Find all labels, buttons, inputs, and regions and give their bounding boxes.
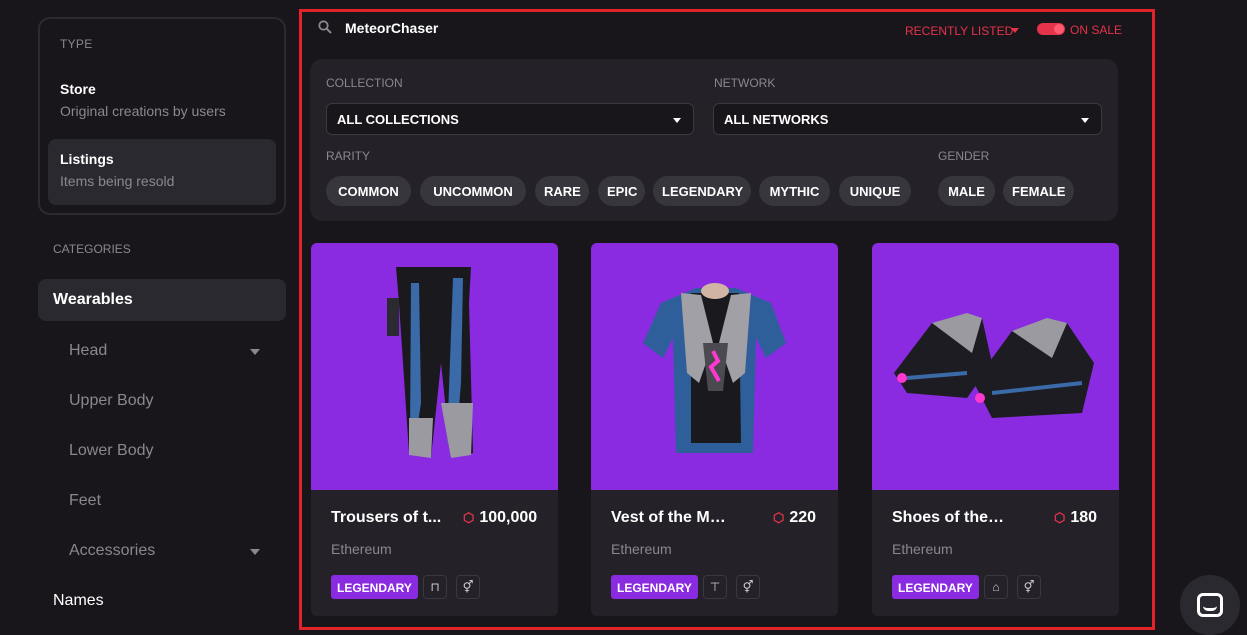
chevron-down-icon[interactable] — [1011, 28, 1019, 33]
type-item-title: Listings — [60, 151, 114, 167]
rarity-chip-uncommon[interactable]: UNCOMMON — [420, 176, 526, 206]
gender-label: GENDER — [938, 149, 990, 163]
category-feet[interactable]: Feet — [69, 492, 269, 510]
item-network: Ethereum — [331, 541, 392, 557]
rarity-chip-rare[interactable]: RARE — [535, 176, 589, 206]
polygon-icon: ⬡ — [773, 510, 785, 525]
on-sale-label: ON SALE — [1070, 23, 1123, 37]
item-card[interactable]: Shoes of the met... ⬡ 180 Ethereum LEGEND… — [872, 243, 1119, 616]
category-label: Upper Body — [69, 392, 154, 409]
rarity-chip-legendary[interactable]: LEGENDARY — [653, 176, 751, 206]
upper-body-icon: ⊤ — [703, 575, 727, 599]
category-label: Accessories — [69, 542, 156, 559]
chevron-down-icon — [1081, 118, 1089, 123]
item-price: ⬡ 100,000 — [463, 509, 537, 527]
type-item-desc: Items being resold — [60, 173, 175, 189]
item-name: Trousers of t... — [331, 509, 442, 526]
item-image[interactable] — [872, 243, 1119, 490]
rarity-chip-mythic[interactable]: MYTHIC — [759, 176, 830, 206]
category-label: Head — [69, 342, 108, 359]
gender-chip-male[interactable]: MALE — [938, 176, 995, 206]
category-accessories[interactable]: Accessories — [69, 542, 269, 560]
trousers-icon: ⊓ — [423, 575, 447, 599]
type-item-title: Store — [60, 81, 96, 97]
type-heading: TYPE — [60, 37, 93, 51]
item-card[interactable]: Vest of the Mete... ⬡ 220 Ethereum LEGEND… — [591, 243, 838, 616]
category-lower-body[interactable]: Lower Body — [69, 442, 269, 460]
type-filter-box: TYPE Store Original creations by users L… — [38, 17, 286, 215]
chevron-down-icon — [673, 118, 681, 123]
rarity-chip-common[interactable]: COMMON — [326, 176, 411, 206]
item-price: ⬡ 180 — [1054, 509, 1097, 527]
type-item-listings[interactable]: Listings Items being resold — [48, 139, 276, 205]
type-item-store[interactable]: Store Original creations by users — [48, 69, 276, 135]
item-network: Ethereum — [892, 541, 953, 557]
collection-value: ALL COLLECTIONS — [337, 112, 459, 127]
chat-icon — [1197, 593, 1223, 617]
item-price: ⬡ 220 — [773, 509, 816, 527]
item-price-value: 100,000 — [479, 509, 538, 526]
category-label: Feet — [69, 492, 102, 509]
category-names[interactable]: Names — [53, 592, 104, 610]
category-upper-body[interactable]: Upper Body — [69, 392, 269, 410]
rarity-label: RARITY — [326, 149, 371, 163]
chevron-down-icon[interactable] — [250, 549, 260, 555]
network-value: ALL NETWORKS — [724, 112, 829, 127]
search-input[interactable]: MeteorChaser — [345, 20, 438, 36]
categories-heading: CATEGORIES — [53, 242, 131, 256]
polygon-icon: ⬡ — [1054, 510, 1066, 525]
rarity-badge: LEGENDARY — [611, 575, 698, 599]
collection-label: COLLECTION — [326, 76, 403, 90]
rarity-badge: LEGENDARY — [331, 575, 418, 599]
category-head[interactable]: Head — [69, 342, 269, 360]
network-select[interactable]: ALL NETWORKS — [713, 103, 1102, 135]
category-label: Lower Body — [69, 442, 154, 459]
chat-button[interactable] — [1180, 575, 1240, 635]
item-network: Ethereum — [611, 541, 672, 557]
item-price-value: 220 — [789, 509, 817, 526]
sort-dropdown[interactable]: RECENTLY LISTED — [905, 24, 1013, 38]
rarity-chip-unique[interactable]: UNIQUE — [839, 176, 911, 206]
item-image[interactable] — [591, 243, 838, 490]
item-card[interactable]: Trousers of t... ⬡ 100,000 Ethereum LEGEN… — [311, 243, 558, 616]
gender-unisex-icon: ⚥ — [456, 575, 480, 599]
item-name: Vest of the Mete... — [611, 509, 726, 526]
chevron-down-icon[interactable] — [250, 349, 260, 355]
rarity-badge: LEGENDARY — [892, 575, 979, 599]
search-icon[interactable] — [318, 20, 332, 34]
collection-select[interactable]: ALL COLLECTIONS — [326, 103, 694, 135]
type-item-desc: Original creations by users — [60, 103, 226, 119]
gender-chip-female[interactable]: FEMALE — [1003, 176, 1074, 206]
item-price-value: 180 — [1070, 509, 1098, 526]
rarity-chip-epic[interactable]: EPIC — [598, 176, 645, 206]
item-image[interactable] — [311, 243, 558, 490]
gender-unisex-icon: ⚥ — [1017, 575, 1041, 599]
category-wearables[interactable]: Wearables — [38, 279, 286, 321]
item-name: Shoes of the met... — [892, 509, 1007, 526]
network-label: NETWORK — [714, 76, 776, 90]
gender-unisex-icon: ⚥ — [736, 575, 760, 599]
sidebar: TYPE Store Original creations by users L… — [0, 0, 300, 633]
shoe-icon: ⌂ — [984, 575, 1008, 599]
polygon-icon: ⬡ — [463, 510, 475, 525]
on-sale-toggle[interactable] — [1037, 23, 1065, 35]
